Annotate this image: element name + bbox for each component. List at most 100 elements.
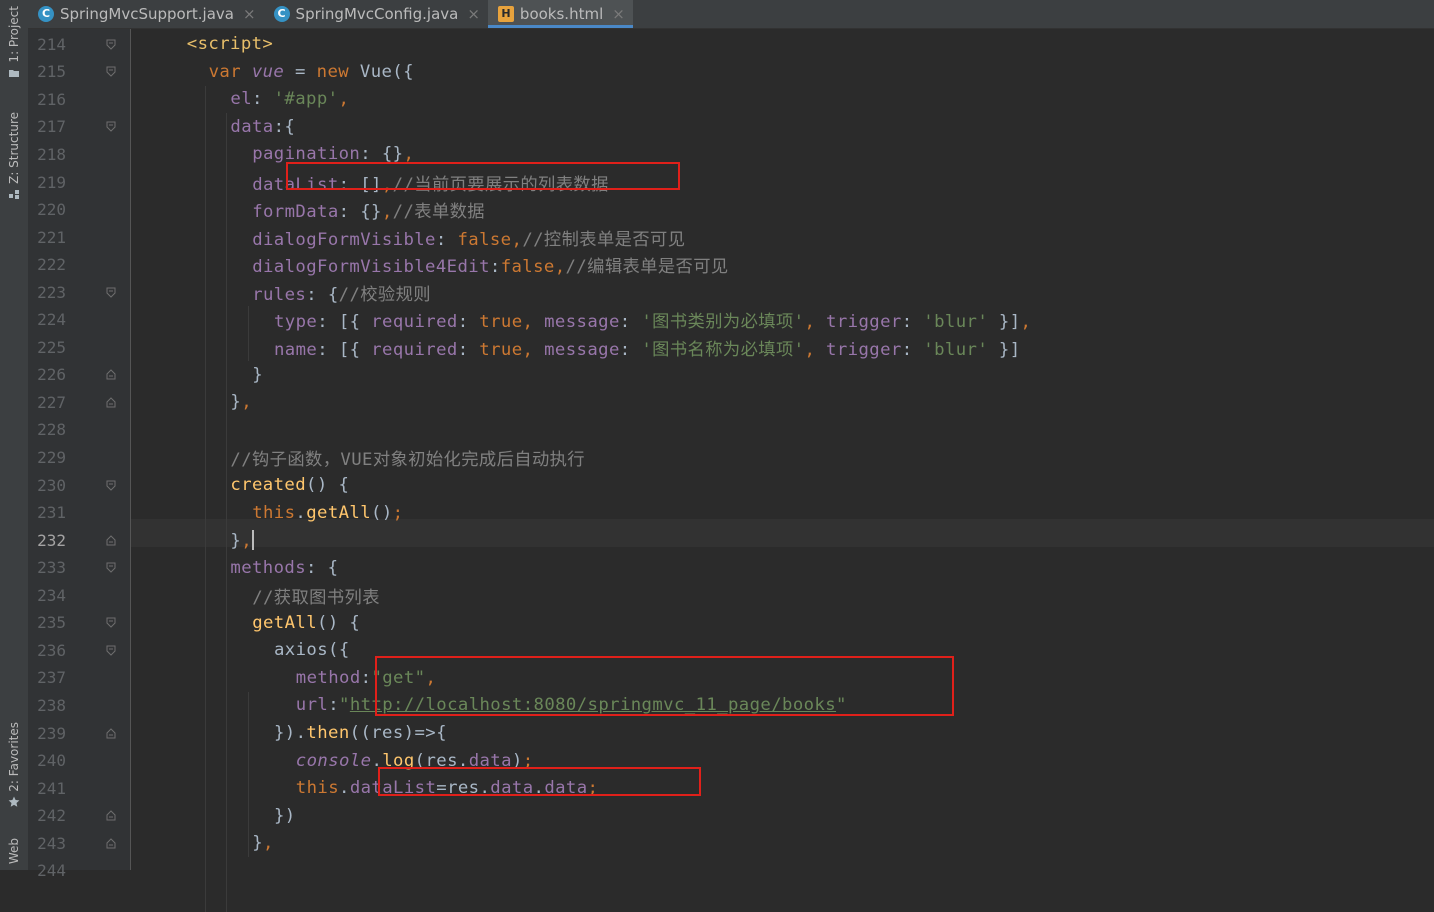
code-line[interactable]: 231 this.getAll();	[28, 499, 1434, 527]
tool-tab-web[interactable]: Web	[0, 838, 28, 864]
tab-books-html[interactable]: H books.html ×	[487, 0, 633, 28]
code-line[interactable]: 242})	[28, 802, 1434, 830]
code-line[interactable]: 228	[28, 416, 1434, 444]
code-text: formData: {},//表单数据	[252, 202, 485, 223]
code-line[interactable]: 227},	[28, 389, 1434, 417]
line-number: 229	[37, 448, 66, 468]
line-number: 216	[37, 89, 66, 109]
line-number: 230	[37, 475, 66, 495]
code-line[interactable]: 230 created() {	[28, 471, 1434, 499]
structure-icon	[9, 189, 19, 199]
highlight-box-datalist	[286, 162, 680, 190]
line-number: 235	[37, 613, 66, 633]
fold-close-icon[interactable]	[106, 534, 116, 546]
line-number: 228	[37, 420, 66, 440]
code-line[interactable]: 226}	[28, 361, 1434, 389]
line-number: 241	[37, 778, 66, 798]
code-text: var vue = new Vue({	[208, 61, 414, 82]
tool-tab-label: Web	[7, 838, 21, 865]
folder-icon	[9, 69, 19, 77]
code-line[interactable]: 243},	[28, 829, 1434, 857]
line-number: 244	[37, 861, 66, 881]
fold-open-icon[interactable]	[106, 121, 116, 133]
code-line[interactable]: 221 dialogFormVisible: false,//控制表单是否可见	[28, 223, 1434, 251]
fold-open-icon[interactable]	[106, 66, 116, 78]
tool-tab-project[interactable]: 1: Project	[0, 6, 28, 83]
java-class-icon: C	[38, 6, 54, 22]
text-caret	[252, 529, 255, 550]
code-text: methods: {	[230, 557, 339, 578]
line-number: 218	[37, 144, 66, 164]
html-file-icon: H	[497, 6, 514, 22]
line-number: 238	[37, 695, 66, 715]
line-number: 233	[37, 558, 66, 578]
tool-tab-favorites[interactable]: 2: Favorites	[0, 722, 28, 812]
code-text: }	[252, 364, 263, 385]
code-text: dialogFormVisible4Edit:false,//编辑表单是否可见	[252, 257, 729, 278]
fold-open-icon[interactable]	[106, 39, 116, 50]
code-line[interactable]: 225 name: [{ required: true, message: '图书…	[28, 334, 1434, 362]
tool-window-strip: 1: Project Z: Structure 2: Favorites Web	[0, 0, 29, 870]
code-line[interactable]: 239}).then((res)=>{	[28, 719, 1434, 747]
line-number: 232	[37, 530, 66, 550]
fold-open-icon[interactable]	[106, 287, 116, 298]
tab-springmvcsupport[interactable]: C SpringMvcSupport.java ×	[28, 0, 264, 28]
code-line[interactable]: 217 data:{	[28, 113, 1434, 141]
line-number: 220	[37, 200, 66, 220]
code-line[interactable]: 234 //获取图书列表	[28, 582, 1434, 610]
code-text: //获取图书列表	[252, 587, 380, 608]
line-number: 225	[37, 337, 66, 357]
line-number: 221	[37, 227, 66, 247]
code-text: },	[230, 529, 255, 551]
fold-open-icon[interactable]	[106, 645, 116, 656]
code-line[interactable]: 223 rules: {//校验规则	[28, 278, 1434, 306]
line-number: 226	[37, 365, 66, 385]
line-number: 217	[37, 117, 66, 137]
fold-open-icon[interactable]	[106, 617, 116, 629]
code-line[interactable]: 233 methods: {	[28, 554, 1434, 582]
fold-close-icon[interactable]	[106, 837, 116, 849]
fold-close-icon[interactable]	[106, 810, 116, 821]
fold-close-icon[interactable]	[106, 727, 116, 739]
tab-springmvcconfig[interactable]: C SpringMvcConfig.java ×	[264, 0, 488, 28]
code-line[interactable]: 215 var vue = new Vue({	[28, 58, 1434, 86]
line-number: 219	[37, 172, 66, 192]
code-line[interactable]: 232},	[28, 526, 1434, 554]
fold-close-icon[interactable]	[106, 369, 116, 380]
code-line[interactable]: 214 <script>	[28, 31, 1434, 59]
line-number: 214	[37, 34, 66, 54]
fold-open-icon[interactable]	[106, 480, 116, 491]
code-line[interactable]: 218 pagination: {},	[28, 141, 1434, 169]
code-text: },	[252, 833, 274, 854]
code-line[interactable]: 235 getAll() {	[28, 609, 1434, 637]
code-line[interactable]: 219 dataList: [],//当前页要展示的列表数据	[28, 168, 1434, 196]
code-text: dialogFormVisible: false,//控制表单是否可见	[252, 229, 686, 250]
tool-tab-label: Z: Structure	[7, 112, 21, 184]
tool-tab-label: 2: Favorites	[7, 722, 21, 792]
tool-tab-structure[interactable]: Z: Structure	[0, 112, 28, 204]
code-line[interactable]: 224 type: [{ required: true, message: '图书…	[28, 306, 1434, 334]
line-number: 240	[37, 751, 66, 771]
editor-tab-bar: C SpringMvcSupport.java × C SpringMvcCon…	[28, 0, 1434, 29]
code-line[interactable]: 241 this.dataList=res.data.data;	[28, 774, 1434, 802]
close-icon[interactable]: ×	[467, 5, 480, 23]
fold-close-icon[interactable]	[106, 397, 116, 408]
line-number: 223	[37, 282, 66, 302]
code-line[interactable]: 222 dialogFormVisible4Edit:false,//编辑表单是否…	[28, 251, 1434, 279]
code-text: })	[274, 805, 296, 826]
code-editor[interactable]: 214 <script> 215 var vue = new Vue({216 el: …	[28, 29, 1434, 912]
code-line[interactable]: 244	[28, 857, 1434, 885]
code-text: //钩子函数，VUE对象初始化完成后自动执行	[230, 450, 585, 471]
tab-label: books.html	[519, 5, 604, 23]
close-icon[interactable]: ×	[612, 5, 625, 23]
code-line[interactable]: 240 console.log(res.data);	[28, 747, 1434, 775]
code-line[interactable]: 220 formData: {},//表单数据	[28, 196, 1434, 224]
tool-tab-label: 1: Project	[7, 6, 21, 63]
code-line[interactable]: 229 //钩子函数，VUE对象初始化完成后自动执行	[28, 444, 1434, 472]
code-line[interactable]: 216 el: '#app',	[28, 86, 1434, 114]
highlight-box-axios-request	[375, 656, 954, 716]
tab-label: SpringMvcSupport.java	[60, 5, 234, 23]
code-text: created() {	[230, 475, 350, 496]
close-icon[interactable]: ×	[243, 5, 256, 23]
fold-open-icon[interactable]	[106, 562, 116, 573]
